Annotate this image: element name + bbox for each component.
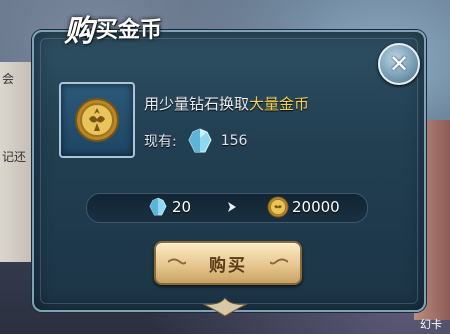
item-icon-frame (59, 82, 135, 158)
title-text: 买金币 (96, 17, 163, 43)
gold-coin-icon (267, 196, 289, 218)
exchange-gain-value: 20000 (292, 198, 340, 216)
background-text: 记还 (2, 150, 27, 164)
gold-coin-icon (75, 98, 119, 142)
exchange-gain: 20000 (267, 196, 340, 218)
buy-button-label: 购买 (209, 255, 247, 276)
buy-button[interactable]: 购买 (154, 241, 302, 285)
diamond-icon (188, 128, 212, 153)
dialog-title: 购 买金币 (64, 10, 163, 49)
title-char: 购 (64, 14, 94, 49)
ornament-icon (168, 258, 186, 265)
description-highlight: 大量金币 (249, 95, 310, 113)
exchange-rate-bar: 20 20000 (86, 193, 368, 223)
ornament-icon (270, 258, 288, 265)
exchange-cost-value: 20 (172, 198, 192, 216)
ornament-icon (202, 297, 248, 317)
owned-diamond-count: 156 (220, 133, 248, 149)
background-text: 会 (2, 72, 15, 86)
arrow-right-icon (228, 202, 236, 212)
corner-watermark: 幻卡 (420, 318, 442, 331)
diamond-icon (149, 197, 167, 216)
close-icon: ✕ (388, 50, 410, 78)
dialog-description: 用少量钻石换取大量金币 (144, 93, 309, 114)
owned-label: 现有: (144, 134, 177, 150)
description-text: 用少量钻石换取 (144, 95, 250, 113)
close-button[interactable]: ✕ (378, 43, 420, 85)
owned-diamonds: 现有: 156 (144, 128, 247, 154)
exchange-cost: 20 (147, 197, 191, 217)
